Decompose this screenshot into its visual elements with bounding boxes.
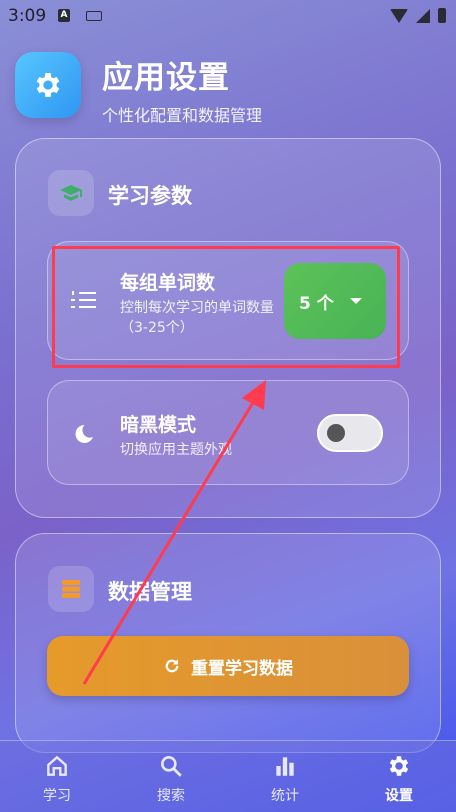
nav-item-settings[interactable]: 设置 <box>342 741 456 812</box>
nav-item-search[interactable]: 搜索 <box>114 741 228 812</box>
nav-label-search: 搜索 <box>157 788 185 804</box>
nav-label-settings: 设置 <box>385 788 413 804</box>
nav-item-stats[interactable]: 统计 <box>228 741 342 812</box>
nav-label-learn: 学习 <box>43 788 71 804</box>
bar-chart-icon <box>276 757 294 776</box>
nav-label-stats: 统计 <box>271 788 299 804</box>
gear-icon <box>389 756 409 776</box>
nav-item-learn[interactable]: 学习 <box>0 741 114 812</box>
bottom-navigation: 学习 搜索 统计 设置 <box>0 740 456 812</box>
search-icon <box>161 756 182 777</box>
annotation-arrow <box>82 380 266 685</box>
home-icon <box>47 755 67 776</box>
